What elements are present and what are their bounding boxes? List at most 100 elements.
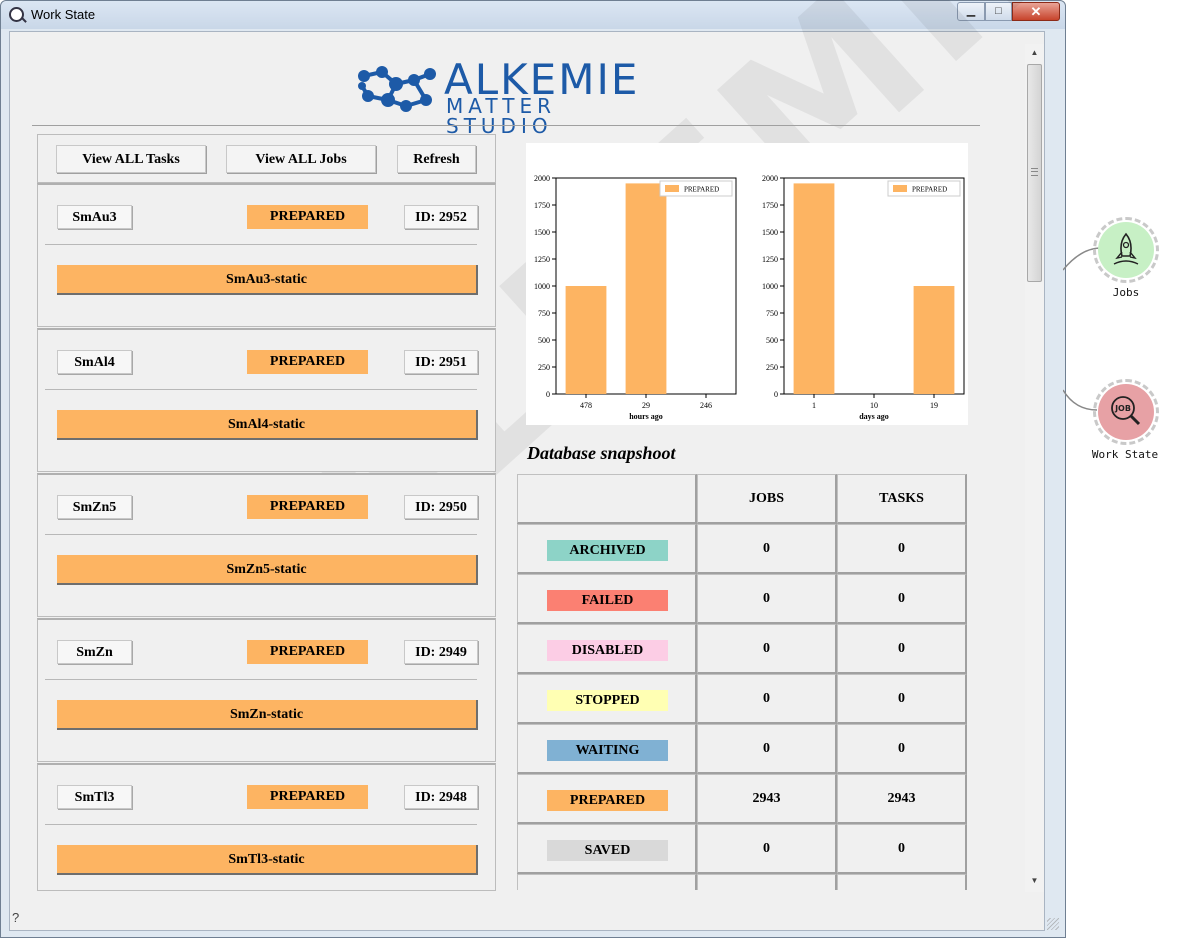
legend-label: PREPARED [684, 186, 719, 194]
jobs-count: 0 [697, 524, 837, 574]
bar [913, 286, 955, 394]
y-tick-label: 500 [766, 336, 778, 345]
y-tick-label: 1750 [534, 201, 550, 210]
task-name-button[interactable]: SmAu3 [57, 205, 132, 229]
legend-swatch [893, 185, 907, 192]
table-row: SAVED 0 0 [517, 824, 967, 874]
table-row: FAILED 0 0 [517, 574, 967, 624]
minimize-button[interactable]: ▁ [957, 2, 985, 21]
x-axis-label: hours ago [629, 412, 663, 421]
logo-subtitle: MATTER STUDIO [446, 94, 556, 138]
x-tick-label: 10 [870, 401, 878, 410]
work-state-node[interactable]: JOB [1098, 384, 1154, 440]
legend-label: PREPARED [912, 186, 947, 194]
app-logo: ALKEMIE MATTER STUDIO [352, 59, 652, 136]
charts-panel: 0 250 500 750 1000 1250 1500 1750 2000 478 29 246 ho… [526, 143, 968, 425]
job-search-icon: JOB [1111, 396, 1141, 426]
task-name-button[interactable]: SmTl3 [57, 785, 132, 809]
resize-grip[interactable] [1047, 918, 1059, 930]
y-tick-label: 500 [538, 336, 550, 345]
task-id-button[interactable]: ID: 2950 [404, 495, 478, 519]
task-card: SmZn PREPARED ID: 2949 SmZn-static [37, 618, 496, 762]
link-line [1063, 389, 1098, 411]
task-id-button[interactable]: ID: 2951 [404, 350, 478, 374]
vertical-scrollbar[interactable]: ▲ ▼ [1025, 44, 1044, 892]
task-card: SmZn5 PREPARED ID: 2950 SmZn5-static [37, 473, 496, 617]
y-tick-label: 250 [766, 363, 778, 372]
status-badge: PREPARED [547, 790, 668, 811]
table-row: ARCHIVED 0 0 [517, 524, 967, 574]
view-all-tasks-button[interactable]: View ALL Tasks [56, 145, 206, 173]
y-tick-label: 0 [774, 390, 778, 399]
tasks-count: 0 [837, 724, 967, 774]
status-cell: WAITING [517, 724, 697, 774]
y-tick-label: 2000 [762, 174, 778, 183]
title-bar[interactable]: Work State ▁ □ ✕ [1, 1, 1065, 29]
y-tick-label: 1500 [762, 228, 778, 237]
x-tick-label: 19 [930, 401, 938, 410]
task-status-badge: PREPARED [247, 640, 368, 664]
task-id-button[interactable]: ID: 2952 [404, 205, 478, 229]
scroll-down-arrow-icon[interactable]: ▼ [1027, 874, 1042, 888]
card-divider [45, 679, 477, 680]
job-button[interactable]: SmTl3-static [57, 845, 478, 875]
job-button[interactable]: SmAu3-static [57, 265, 478, 295]
tasks-count: 0 [837, 574, 967, 624]
bar [625, 183, 667, 394]
window-title: Work State [31, 7, 96, 22]
jobs-count: 2943 [697, 774, 837, 824]
y-tick-label: 1750 [762, 201, 778, 210]
task-name-button[interactable]: SmZn5 [57, 495, 132, 519]
tasks-count: 0 [837, 824, 967, 874]
refresh-button[interactable]: Refresh [397, 145, 476, 173]
view-all-jobs-button[interactable]: View ALL Jobs [226, 145, 376, 173]
task-name-button[interactable]: SmZn [57, 640, 132, 664]
card-divider [45, 389, 477, 390]
jobs-count: 0 [697, 674, 837, 724]
x-axis-label: days ago [859, 412, 889, 421]
status-cell: STOPPED [517, 674, 697, 724]
y-tick-label: 750 [538, 309, 550, 318]
jobs-node[interactable] [1098, 222, 1154, 278]
status-cell: SAVED [517, 824, 697, 874]
tasks-count [837, 874, 967, 890]
table-row: PREPARED 2943 2943 [517, 774, 967, 824]
job-button[interactable]: SmAl4-static [57, 410, 478, 440]
job-button[interactable]: SmZn5-static [57, 555, 478, 585]
task-id-button[interactable]: ID: 2948 [404, 785, 478, 809]
help-icon[interactable]: ? [12, 910, 19, 925]
task-card: SmAu3 PREPARED ID: 2952 SmAu3-static [37, 183, 496, 327]
maximize-button[interactable]: □ [985, 2, 1012, 21]
task-status-badge: PREPARED [247, 350, 368, 374]
table-row [517, 874, 967, 890]
close-button[interactable]: ✕ [1012, 2, 1060, 21]
legend-swatch [665, 185, 679, 192]
header-cell [517, 474, 697, 524]
status-cell: FAILED [517, 574, 697, 624]
scroll-up-arrow-icon[interactable]: ▲ [1027, 46, 1042, 60]
status-badge: STOPPED [547, 690, 668, 711]
status-cell: DISABLED [517, 624, 697, 674]
status-cell: PREPARED [517, 774, 697, 824]
task-status-badge: PREPARED [247, 495, 368, 519]
node-icon-text: JOB [1114, 404, 1131, 413]
table-row: DISABLED 0 0 [517, 624, 967, 674]
rocket-icon [1113, 232, 1139, 265]
header-divider [32, 125, 980, 126]
x-tick-label: 478 [580, 401, 592, 410]
snapshot-title: Database snapshoot [527, 443, 676, 463]
jobs-node-label: Jobs [1112, 286, 1140, 299]
y-tick-label: 750 [766, 309, 778, 318]
y-tick-label: 1000 [534, 282, 550, 291]
bar [565, 286, 607, 394]
y-tick-label: 0 [546, 390, 550, 399]
task-id-button[interactable]: ID: 2949 [404, 640, 478, 664]
scroll-thumb[interactable] [1027, 64, 1042, 282]
status-cell: ARCHIVED [517, 524, 697, 574]
status-badge: DISABLED [547, 640, 668, 661]
grip-icon [1031, 168, 1038, 176]
task-name-button[interactable]: SmAl4 [57, 350, 132, 374]
job-button[interactable]: SmZn-static [57, 700, 478, 730]
task-status-badge: PREPARED [247, 205, 368, 229]
jobs-count: 0 [697, 574, 837, 624]
